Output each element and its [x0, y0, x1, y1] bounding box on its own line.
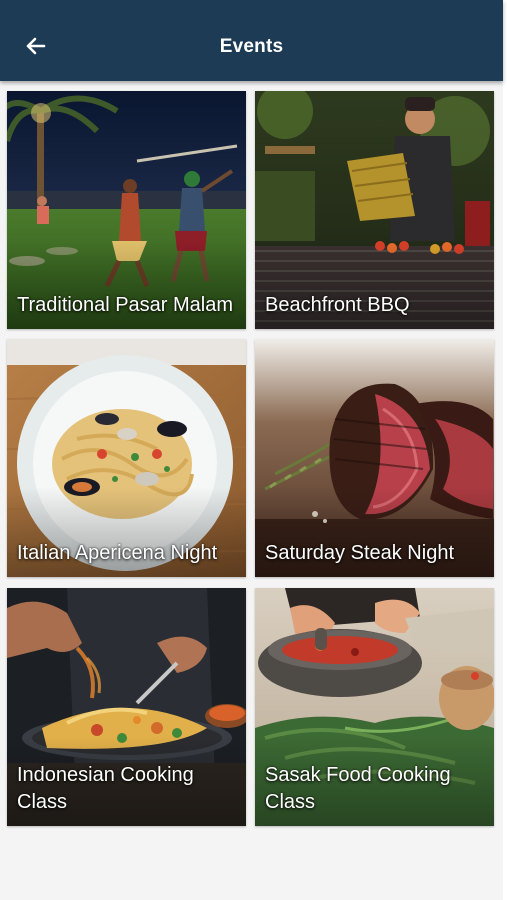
event-title: Saturday Steak Night — [265, 542, 454, 564]
app-bar: Events — [0, 0, 503, 81]
event-card-beachfront-bbq[interactable]: Beachfront BBQ — [255, 91, 494, 329]
event-card-saturday-steak-night[interactable]: Saturday Steak Night — [255, 339, 494, 577]
screen-edge — [503, 0, 507, 900]
event-title: Beachfront BBQ — [265, 294, 410, 316]
event-title: Italian Apericena Night — [17, 542, 218, 564]
page-title: Events — [219, 36, 284, 57]
event-title: Indonesian Cooking Class — [17, 764, 194, 813]
event-card-indonesian-cooking-class[interactable]: Indonesian Cooking Class — [7, 588, 246, 826]
event-card-traditional-pasar-malam[interactable]: Traditional Pasar Malam — [7, 91, 246, 329]
event-card-italian-apericena-night[interactable]: Italian Apericena Night — [7, 339, 246, 577]
event-title: Sasak Food Cooking Class — [265, 764, 451, 813]
event-title: Traditional Pasar Malam — [17, 294, 234, 316]
event-card-sasak-food-cooking-class[interactable]: Sasak Food Cooking Class — [255, 588, 494, 826]
